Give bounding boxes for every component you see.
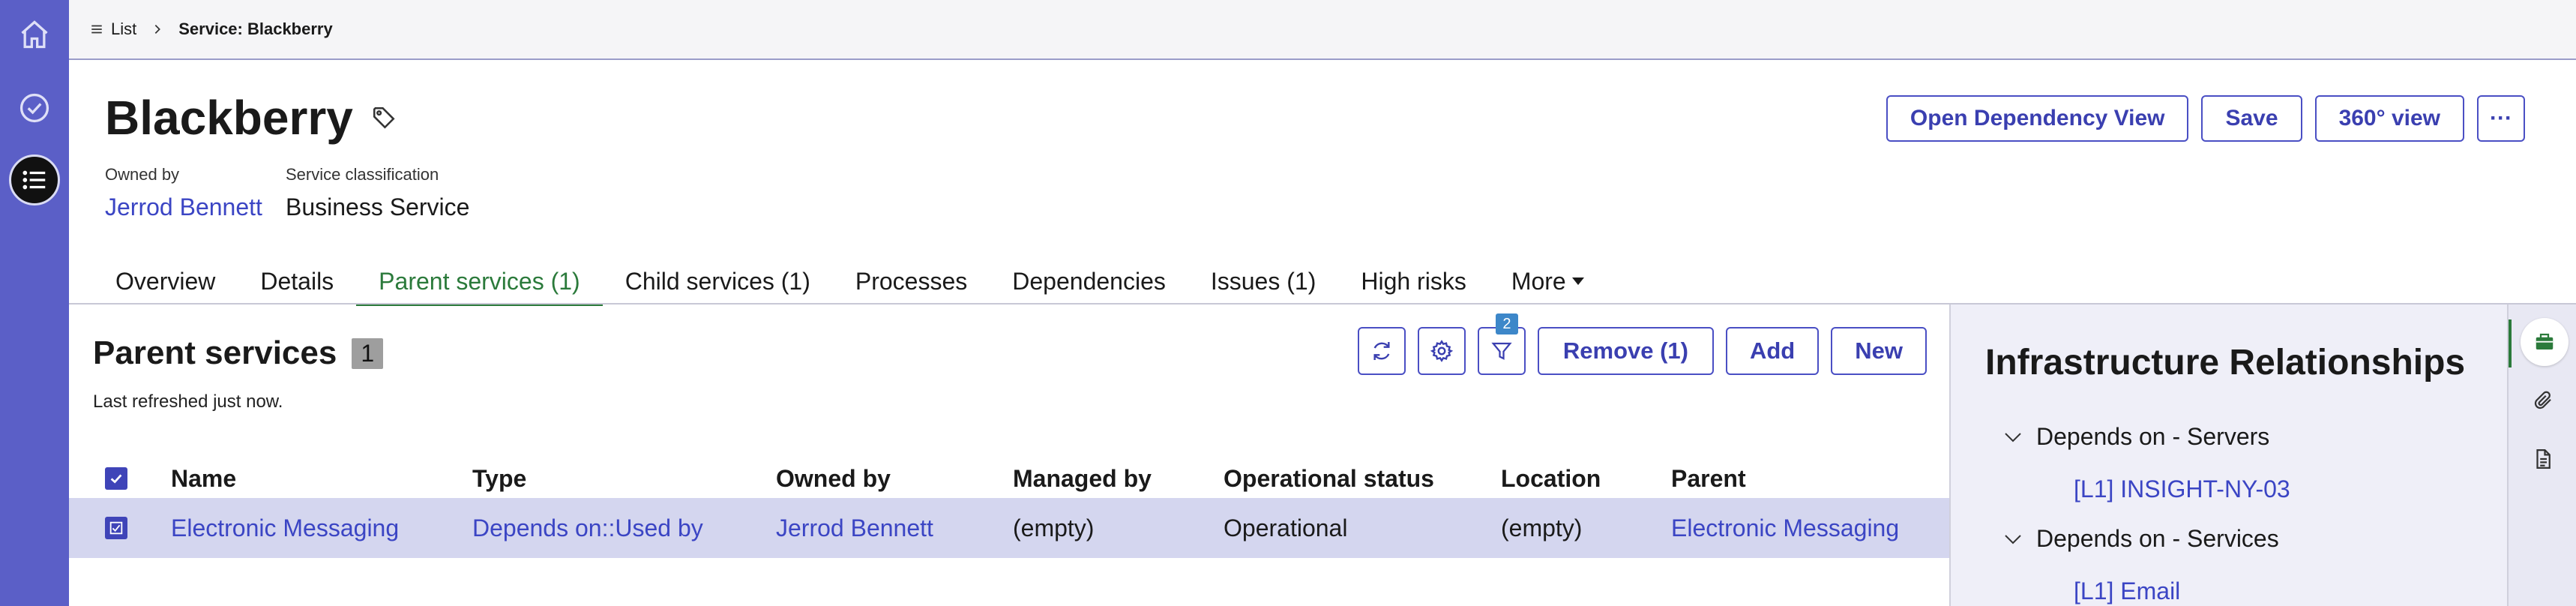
breadcrumb-list-label: List [111, 20, 137, 38]
cell-managed-by: (empty) [1013, 514, 1095, 542]
group-services-label: Depends on - Services [2036, 525, 2279, 552]
cell-owned-by-link[interactable]: Jerrod Bennett [776, 498, 933, 558]
breadcrumb-current: Service: Blackberry [178, 20, 333, 38]
owned-by-label: Owned by [105, 165, 180, 184]
tab-details[interactable]: Details [238, 260, 356, 303]
parent-services-list: Parent services 1 Last refreshed just no… [69, 304, 1949, 606]
count-badge: 1 [352, 338, 384, 369]
table-row[interactable]: Electronic Messaging Depends on::Used by… [69, 498, 1949, 558]
classification-label: Service classification [286, 165, 439, 184]
tab-dependencies[interactable]: Dependencies [990, 260, 1188, 303]
tab-child-services[interactable]: Child services (1) [603, 260, 833, 303]
page-title: Blackberry [105, 91, 353, 145]
tab-more[interactable]: More [1489, 260, 1608, 303]
table-header: Name Type Owned by Managed by Operationa… [69, 454, 1949, 504]
new-button[interactable]: New [1831, 327, 1927, 375]
infrastructure-icon[interactable] [2521, 318, 2569, 366]
add-button[interactable]: Add [1725, 327, 1820, 375]
group-services-toggle[interactable]: Depends on - Services [2003, 525, 2279, 553]
tag-icon[interactable] [371, 105, 397, 130]
record-header: Blackberry [105, 90, 397, 146]
header-actions: Open Dependency View Save 360° view ··· [1886, 95, 2525, 142]
tab-issues[interactable]: Issues (1) [1188, 260, 1338, 303]
open-dependency-view-button[interactable]: Open Dependency View [1886, 95, 2189, 142]
column-owned-by[interactable]: Owned by [776, 454, 891, 502]
left-nav [0, 0, 69, 606]
filter-icon [1491, 342, 1512, 360]
owned-by-link[interactable]: Jerrod Bennett [105, 194, 262, 221]
column-parent[interactable]: Parent [1671, 454, 1746, 502]
refresh-icon [1373, 342, 1390, 360]
cell-parent-link[interactable]: Electronic Messaging [1671, 498, 1899, 558]
infrastructure-panel: Infrastructure Relationships Depends on … [1949, 304, 2509, 606]
column-managed-by[interactable]: Managed by [1013, 454, 1152, 502]
service-link[interactable]: [L1] Email [2074, 578, 2180, 605]
last-refreshed-text: Last refreshed just now. [93, 392, 283, 412]
active-marker [2509, 320, 2512, 368]
document-icon[interactable] [2527, 442, 2560, 476]
home-icon[interactable] [9, 9, 60, 60]
list-icon[interactable] [9, 154, 60, 206]
tab-overview[interactable]: Overview [93, 260, 238, 303]
cell-name-link[interactable]: Electronic Messaging [171, 498, 399, 558]
tab-more-label: More [1511, 267, 1566, 295]
view-360-button[interactable]: 360° view [2314, 95, 2464, 142]
breadcrumb: List Service: Blackberry [69, 0, 2576, 60]
chevron-down-icon [2005, 432, 2021, 442]
record-tabs: Overview Details Parent services (1) Chi… [93, 260, 1608, 306]
select-all-checkbox[interactable] [105, 454, 127, 502]
column-operational-status[interactable]: Operational status [1224, 454, 1434, 502]
gear-icon [1430, 340, 1454, 362]
column-name[interactable]: Name [171, 454, 236, 502]
list-small-icon [91, 25, 102, 34]
save-button[interactable]: Save [2201, 95, 2302, 142]
checkbox-checked-icon [105, 517, 127, 539]
list-toolbar: 2 Remove (1) Add New [1357, 314, 1927, 375]
refresh-button[interactable] [1357, 327, 1406, 375]
cell-type-link[interactable]: Depends on::Used by [472, 498, 703, 558]
side-panel-strip [2507, 304, 2576, 606]
tab-parent-services[interactable]: Parent services (1) [356, 260, 603, 306]
caret-down-icon [1571, 278, 1584, 285]
classification-value: Business Service [286, 194, 470, 220]
column-type[interactable]: Type [472, 454, 526, 502]
settings-button[interactable] [1417, 327, 1466, 375]
chevron-right-icon [151, 23, 163, 35]
checkbox-checked-icon [105, 467, 127, 490]
breadcrumb-list-link[interactable]: List [90, 20, 136, 39]
cell-location: (empty) [1501, 514, 1583, 542]
panel-title: Infrastructure Relationships [1985, 343, 2466, 382]
more-actions-button[interactable]: ··· [2477, 95, 2525, 142]
filter-button[interactable]: 2 [1477, 314, 1526, 375]
group-servers-label: Depends on - Servers [2036, 423, 2270, 450]
approvals-icon[interactable] [9, 82, 60, 134]
cell-operational-status: Operational [1224, 514, 1348, 542]
chevron-down-icon [2005, 534, 2021, 544]
column-location[interactable]: Location [1501, 454, 1601, 502]
tab-processes[interactable]: Processes [833, 260, 990, 303]
filter-count-badge: 2 [1495, 314, 1518, 334]
remove-button[interactable]: Remove (1) [1537, 327, 1714, 375]
section-title: Parent services [93, 334, 337, 371]
attachment-icon[interactable] [2527, 384, 2560, 417]
tab-high-risks[interactable]: High risks [1338, 260, 1488, 303]
row-checkbox[interactable] [105, 498, 127, 558]
server-link[interactable]: [L1] INSIGHT-NY-03 [2074, 476, 2290, 503]
group-servers-toggle[interactable]: Depends on - Servers [2003, 423, 2269, 451]
